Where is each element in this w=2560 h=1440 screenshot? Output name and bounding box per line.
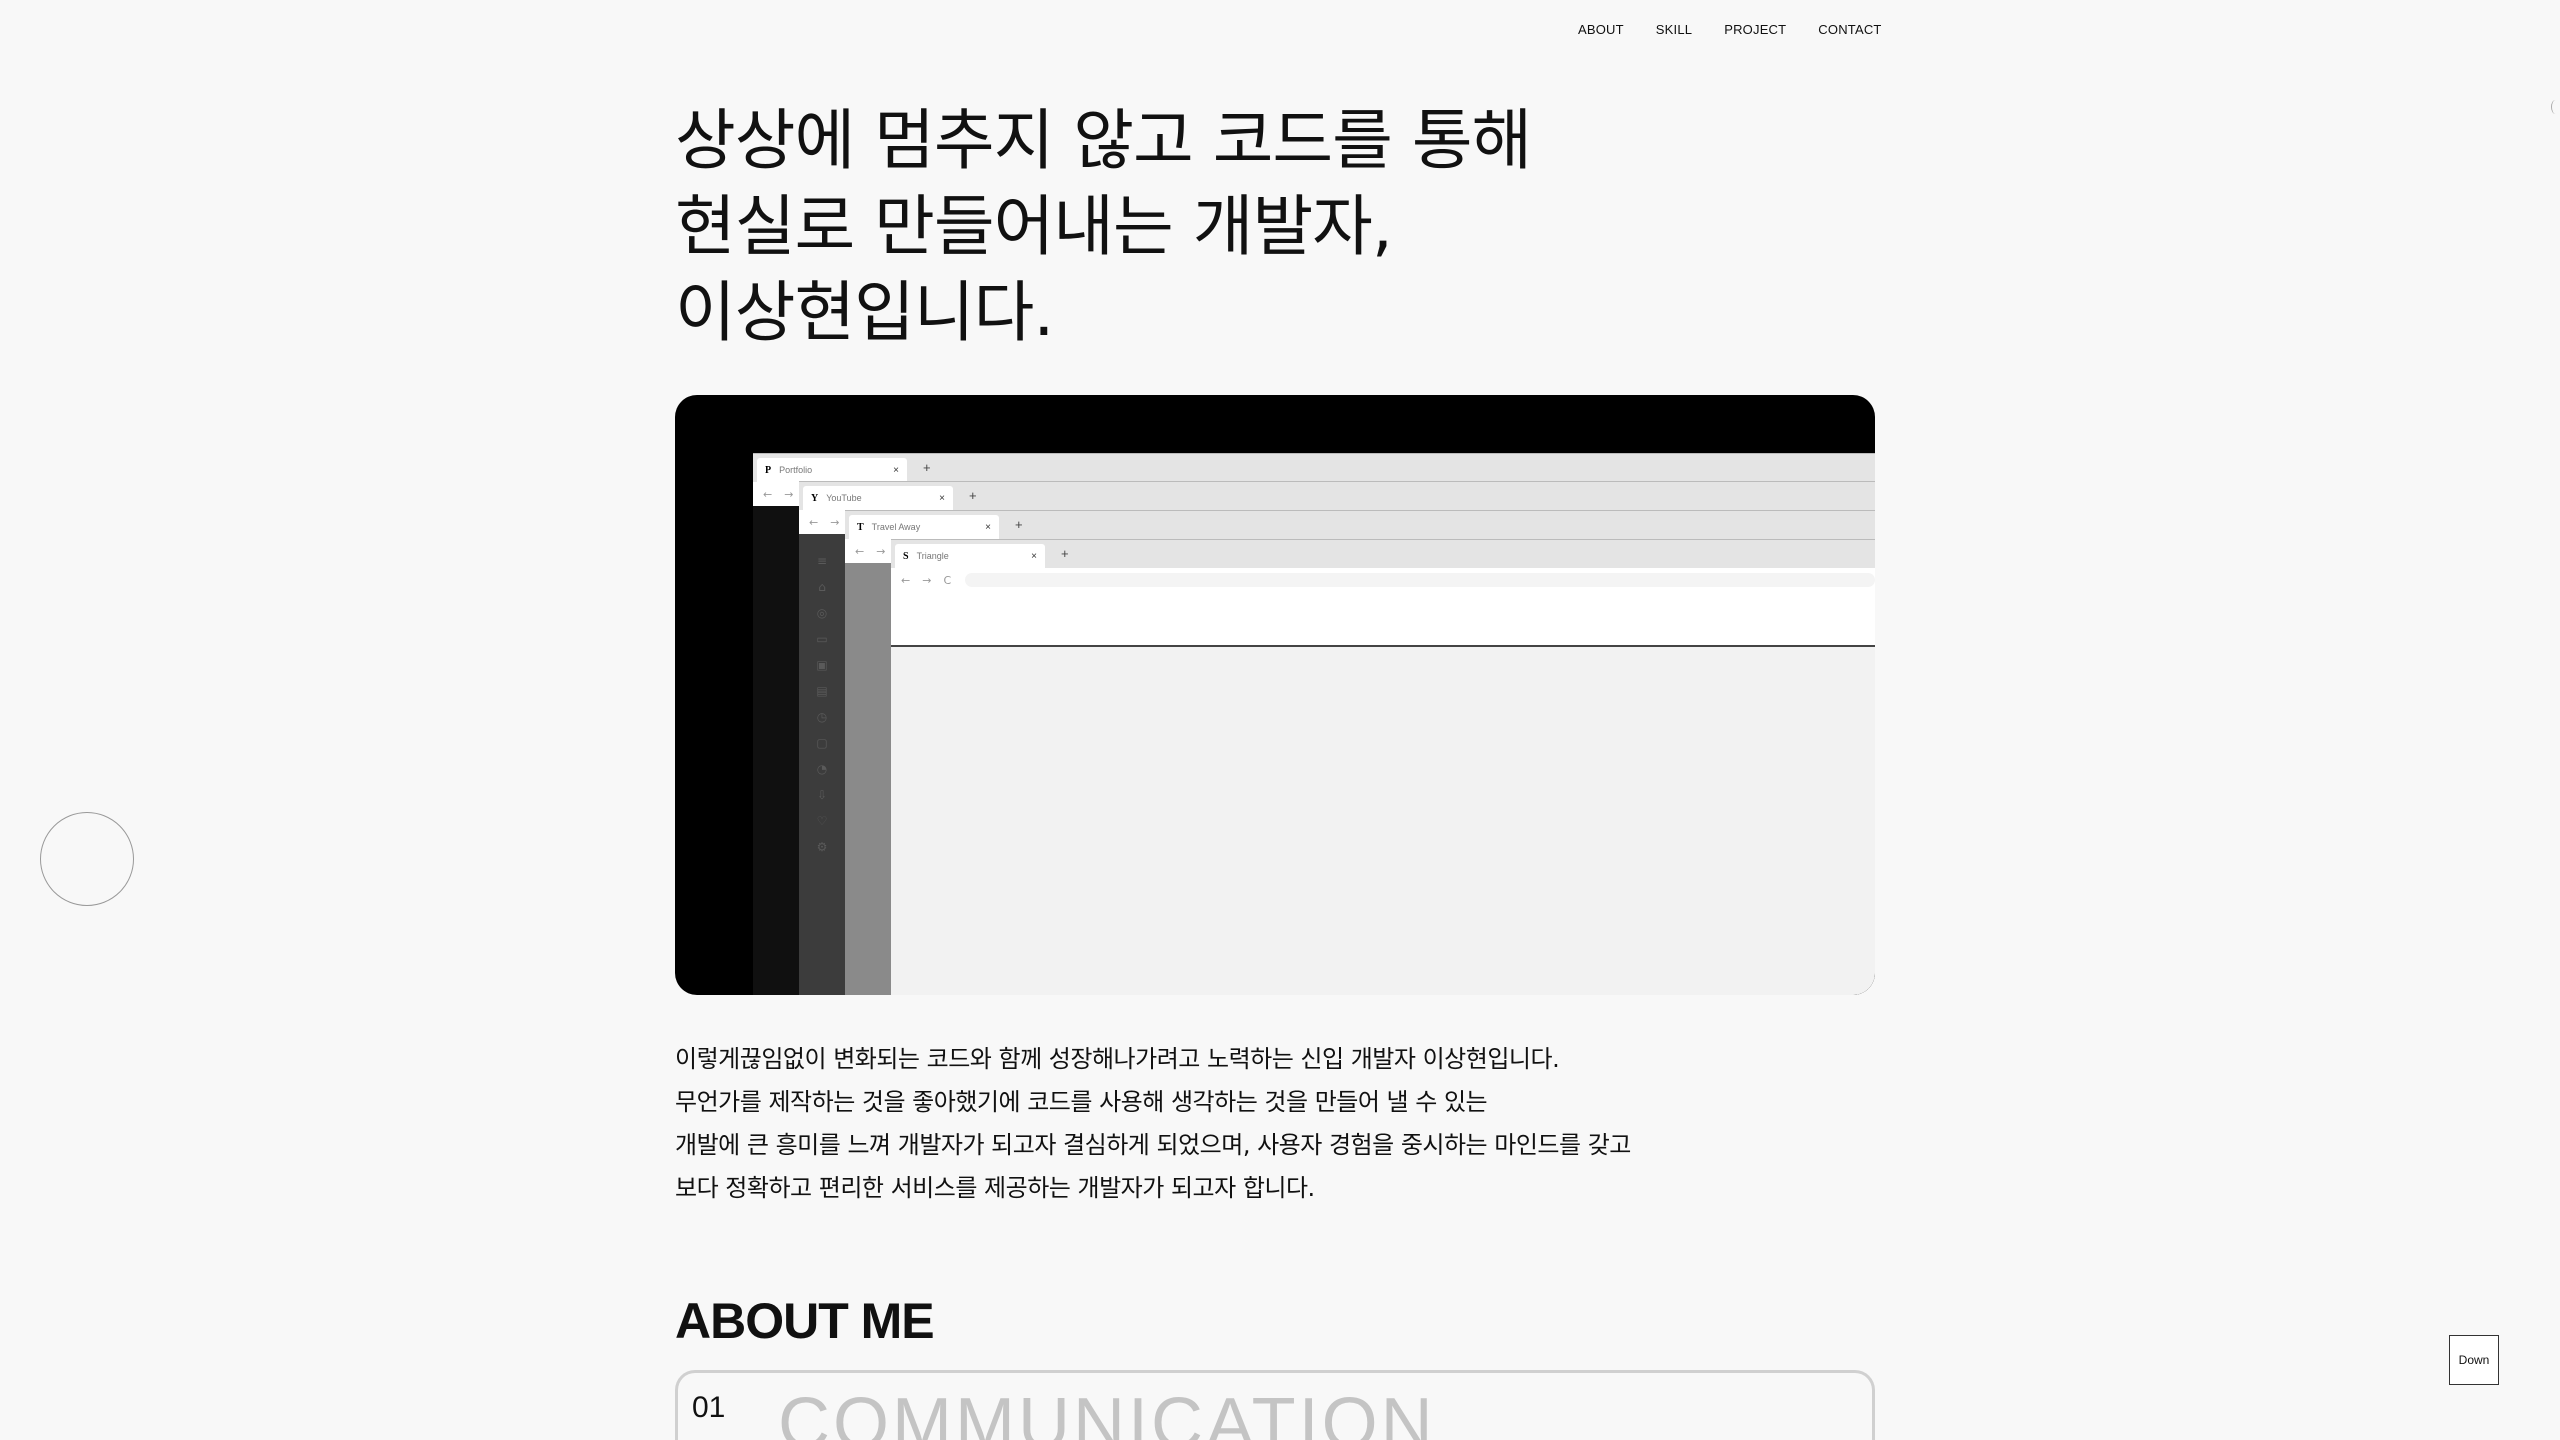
back-arrow-icon: ← [763,487,773,501]
intro-description: 이렇게끊임없이 변화되는 코드와 함께 성장해나가려고 노력하는 신입 개발자 … [675,1038,1775,1210]
sidebar-icons: ≡ ⌂ ◎ ▭ ▣ ▤ ◷ ▢ ◔ ⇩ ♡ ⚙ [799,554,845,854]
description-line: 개발에 큰 흥미를 느껴 개발자가 되고자 결심하게 되었으며, 사용자 경험을… [675,1131,1631,1159]
liked-icon: ♡ [816,814,828,828]
favicon-icon: Y [811,492,819,504]
menu-icon: ≡ [816,554,828,568]
about-section-title: ABOUT ME [675,1293,935,1349]
forward-arrow-icon: → [922,573,932,587]
nav-project[interactable]: PROJECT [1724,22,1786,37]
description-line: 보다 정확하고 편리한 서비스를 제공하는 개발자가 되고자 합니다. [675,1174,1315,1202]
sidebar-panel [753,506,799,995]
close-icon: × [985,521,991,533]
history-icon: ◷ [816,710,828,724]
favicon-icon: T [857,521,864,533]
back-arrow-icon: ← [809,515,819,529]
plus-icon: + [923,460,931,475]
favicon-icon: P [765,464,772,476]
tab-travel-away: T Travel Away × [849,515,999,539]
favicon-icon: S [903,550,909,562]
about-card-communication: 01 COMMUNICATION [675,1370,1875,1440]
close-icon: × [893,464,899,476]
nav-skill[interactable]: SKILL [1656,22,1692,37]
back-arrow-icon: ← [901,573,911,587]
settings-icon: ⚙ [816,840,828,854]
close-icon: × [939,492,945,504]
card-number: 01 [692,1391,726,1424]
hero-line: 상상에 멈추지 않고 코드를 통해 [675,102,1532,179]
edge-indicator [2551,100,2560,114]
nav-about[interactable]: ABOUT [1578,22,1624,37]
watch-later-icon: ◔ [816,762,828,776]
videos-icon: ▢ [816,736,828,750]
nav-contact[interactable]: CONTACT [1818,22,1881,37]
shorts-icon: ▭ [816,632,828,646]
hero-line: 이상현입니다. [675,274,1054,351]
description-line: 무언가를 제작하는 것을 좋아했기에 코드를 사용해 생각하는 것을 만들어 낼… [675,1088,1488,1116]
tab-youtube: Y YouTube × [803,486,953,510]
forward-arrow-icon: → [784,487,794,501]
description-line: 이렇게끊임없이 변화되는 코드와 함께 성장해나가려고 노력하는 신입 개발자 … [675,1045,1560,1073]
tab-bar: T Travel Away × + [845,511,1875,539]
tab-bar: S Triangle × + [891,540,1875,568]
back-arrow-icon: ← [855,544,865,558]
tab-title: Portfolio [779,465,813,475]
tab-title: YouTube [826,493,862,503]
tab-triangle: S Triangle × [895,544,1045,568]
plus-icon: + [969,488,977,503]
reload-icon: C [943,573,952,587]
sidebar-panel: ≡ ⌂ ◎ ▭ ▣ ▤ ◷ ▢ ◔ ⇩ ♡ ⚙ [799,534,845,995]
library-icon: ▤ [816,684,828,698]
forward-arrow-icon: → [876,544,886,558]
downloads-icon: ⇩ [816,788,828,802]
tab-bar: P Portfolio × + [753,454,1875,482]
forward-arrow-icon: → [830,515,840,529]
tab-portfolio: P Portfolio × [757,458,907,482]
scroll-down-button[interactable]: Down [2449,1335,2499,1385]
explore-icon: ◎ [816,606,828,620]
page-header-band [891,592,1875,647]
tab-title: Travel Away [871,522,921,532]
tab-bar: Y YouTube × + [799,482,1875,510]
hero-title: 상상에 멈추지 않고 코드를 통해 현실로 만들어내는 개발자, 이상현입니다. [675,98,1675,356]
address-bar [965,573,1875,587]
hero-showcase-image: P Portfolio × + ← → Y YouTube × + ← → ≡ … [675,395,1875,995]
browser-window-triangle: S Triangle × + ← → C [891,539,1875,995]
plus-icon: + [1015,517,1023,532]
card-keyword: COMMUNICATION [778,1384,1436,1440]
subscriptions-icon: ▣ [816,658,828,672]
top-nav: ABOUT SKILL PROJECT CONTACT [1578,22,1882,37]
cursor-follower-circle [40,812,134,906]
plus-icon: + [1061,546,1069,561]
tab-title: Triangle [916,551,949,561]
close-icon: × [1031,550,1037,562]
hero-line: 현실로 만들어내는 개발자, [675,188,1393,265]
home-icon: ⌂ [818,580,826,594]
